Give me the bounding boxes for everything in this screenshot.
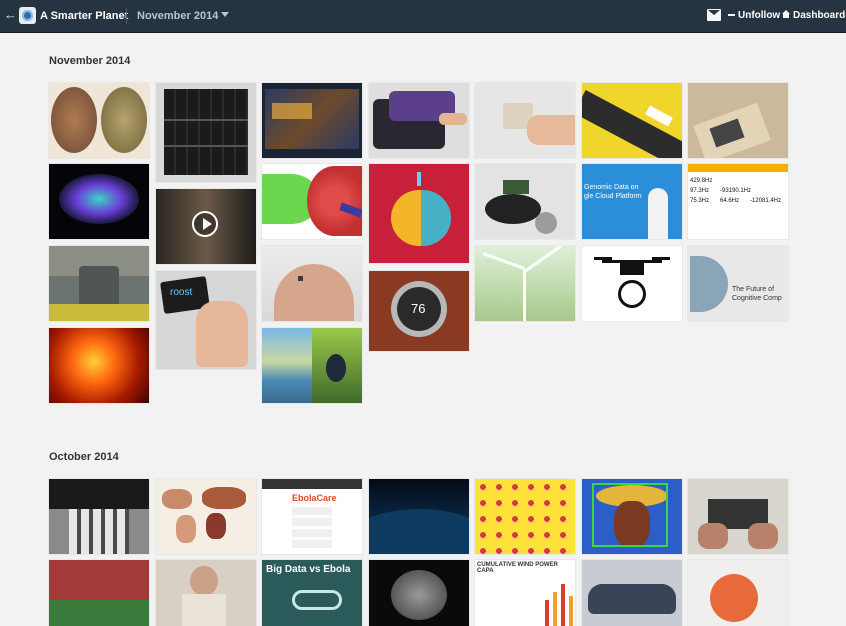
thermostat-temperature: 76 xyxy=(411,301,426,316)
post-thumbnail-woman-bottles[interactable] xyxy=(156,560,256,626)
post-thumbnail-engravings[interactable] xyxy=(49,83,149,158)
post-thumbnail-chip-hand[interactable] xyxy=(475,83,575,158)
post-thumbnail-fingertip-chip[interactable] xyxy=(262,246,362,321)
post-thumbnail-circuit-box[interactable] xyxy=(688,83,788,158)
blog-avatar-icon[interactable] xyxy=(19,7,36,24)
post-thumbnail-data-table[interactable]: 429.8Hz 97.3Hz -93190.1Hz 75.3Hz 64.6Hz … xyxy=(688,164,788,239)
back-arrow-icon[interactable]: ← xyxy=(4,8,17,22)
chevron-down-icon xyxy=(221,12,230,17)
post-thumbnail-big-data-ebola[interactable]: Big Data vs Ebola xyxy=(262,560,362,626)
table-value-2: 97.3Hz xyxy=(690,188,710,194)
unfollow-button[interactable]: Unfollow xyxy=(728,8,780,23)
post-thumbnail-car[interactable] xyxy=(582,560,682,626)
play-icon[interactable] xyxy=(192,211,218,237)
dashboard-button[interactable]: Dashboard xyxy=(782,8,845,23)
genomic-line2: gle Cloud Platform xyxy=(584,193,642,200)
post-thumbnail-ebolacare-app[interactable]: EbolaCare xyxy=(262,479,362,554)
month-selector[interactable]: November 2014 xyxy=(137,10,230,22)
post-thumbnail-night-earth[interactable] xyxy=(369,479,469,554)
post-thumbnail-dog-detection[interactable] xyxy=(582,479,682,554)
post-thumbnail-robot-beetle[interactable] xyxy=(475,164,575,239)
blog-title[interactable]: A Smarter Planet xyxy=(40,10,128,22)
post-thumbnail-robot-arms[interactable] xyxy=(49,479,149,554)
post-thumbnail-drone-brain[interactable] xyxy=(582,246,682,321)
top-bar: ← A Smarter Planet November 2014 Unfollo… xyxy=(0,0,846,33)
post-thumbnail-orange-circle[interactable] xyxy=(688,560,788,626)
table-value-4: 75.3Hz xyxy=(690,198,710,204)
post-thumbnail-sun[interactable] xyxy=(49,328,149,403)
post-thumbnail-roost-device[interactable]: roost xyxy=(156,271,256,369)
header-divider xyxy=(126,8,127,24)
unfollow-label: Unfollow xyxy=(738,10,781,21)
minus-icon xyxy=(728,14,735,16)
roost-label: roost xyxy=(170,287,193,298)
post-thumbnail-mountains-bird[interactable] xyxy=(262,328,362,403)
post-thumbnail-cognitive-computing[interactable]: The Future of Cognitive Comp xyxy=(688,246,788,321)
post-thumbnail-fish-illustration[interactable] xyxy=(262,164,362,239)
section-title-october: October 2014 xyxy=(49,451,119,463)
post-thumbnail-ibm-robot-art[interactable] xyxy=(369,164,469,263)
ebolacare-title: EbolaCare xyxy=(292,493,337,503)
post-thumbnail-road-illustration[interactable] xyxy=(582,83,682,158)
post-thumbnail-wind-turbine[interactable] xyxy=(475,246,575,321)
message-icon[interactable] xyxy=(707,9,721,21)
post-thumbnail-nest-thermostat[interactable]: 76 xyxy=(369,271,469,351)
table-value-3: -93190.1Hz xyxy=(720,188,752,194)
table-value-6: -12081.4Hz xyxy=(750,198,782,204)
cognitive-line2: Cognitive Comp xyxy=(732,295,782,302)
month-selector-label: November 2014 xyxy=(137,10,219,22)
post-thumbnail-brain-fibers[interactable] xyxy=(49,164,149,239)
section-title-november: November 2014 xyxy=(49,55,131,67)
home-icon xyxy=(782,10,790,18)
post-thumbnail-wind-power-chart[interactable]: CUMULATIVE WIND POWER CAPA xyxy=(475,560,575,626)
wind-chart-title: CUMULATIVE WIND POWER CAPA xyxy=(477,562,558,574)
post-thumbnail-server-rack[interactable] xyxy=(156,83,256,182)
genomic-line1: Genomic Data on xyxy=(584,184,639,191)
big-data-title: Big Data vs Ebola xyxy=(266,564,351,575)
post-thumbnail-dot-pattern[interactable] xyxy=(475,479,575,554)
post-thumbnail-video-speaker[interactable] xyxy=(156,189,256,264)
post-thumbnail-3d-printer[interactable] xyxy=(369,83,469,158)
post-thumbnail-hands-device[interactable] xyxy=(688,479,788,554)
dashboard-label: Dashboard xyxy=(793,10,846,21)
post-thumbnail-gear-brain[interactable] xyxy=(369,560,469,626)
post-thumbnail-world-map[interactable] xyxy=(156,479,256,554)
post-thumbnail-football[interactable] xyxy=(49,560,149,626)
post-thumbnail-map-screen[interactable] xyxy=(262,83,362,158)
post-thumbnail-lab-machine[interactable] xyxy=(49,246,149,321)
table-value-5: 64.6Hz xyxy=(720,198,740,204)
post-thumbnail-genomic-video[interactable]: Genomic Data on gle Cloud Platform xyxy=(582,164,682,239)
table-value-1: 429.8Hz xyxy=(690,178,713,184)
cognitive-line1: The Future of xyxy=(732,286,775,293)
